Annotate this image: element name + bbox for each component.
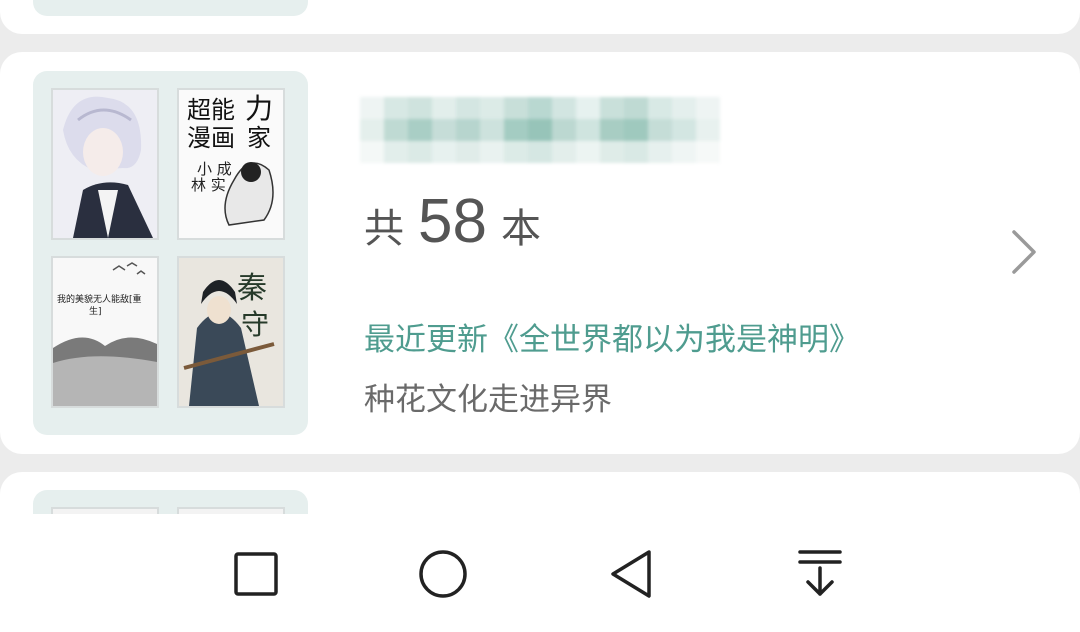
- count-suffix: 本: [500, 207, 541, 251]
- collection-title-obscured: [360, 97, 720, 163]
- book-cover: 我的美貌无人能敌[重 生]: [51, 256, 159, 408]
- svg-text:秦: 秦: [237, 271, 267, 306]
- svg-text:漫画: 漫画: [187, 124, 235, 152]
- recent-update-subtitle: 种花文化走进异界: [364, 382, 612, 418]
- count-prefix: 共: [364, 207, 404, 251]
- square-icon[interactable]: [226, 544, 286, 604]
- svg-text:超能: 超能: [187, 96, 235, 124]
- book-cover: 秦 守: [177, 256, 285, 408]
- collection-card[interactable]: 超能 力 漫画 家 小 成 林 实 我的美貌无人能敌[重 生] 秦 守 共 58…: [0, 52, 1080, 454]
- svg-text:家: 家: [247, 124, 271, 152]
- collection-card-previous[interactable]: [0, 0, 1080, 34]
- recent-update-label[interactable]: 最近更新《全世界都以为我是神明》: [364, 314, 860, 359]
- book-cover: 超能 力 漫画 家 小 成 林 实: [177, 88, 285, 240]
- count-value: 58: [418, 187, 487, 256]
- svg-text:我的美貌无人能敌[重: 我的美貌无人能敌[重: [57, 293, 142, 305]
- cover-grid: 超能 力 漫画 家 小 成 林 实 我的美貌无人能敌[重 生] 秦 守: [33, 71, 308, 435]
- chevron-right-icon[interactable]: [1008, 226, 1040, 278]
- book-count: 共 58 本: [364, 186, 541, 257]
- pull-down-icon[interactable]: [790, 544, 850, 604]
- cover-grid: [33, 0, 308, 16]
- circle-icon[interactable]: [413, 544, 473, 604]
- book-cover: [51, 88, 159, 240]
- svg-text:林 实: 林 实: [191, 176, 226, 194]
- svg-text:力: 力: [245, 92, 273, 125]
- svg-text:生]: 生]: [89, 305, 102, 317]
- system-navigation-bar: [0, 514, 1080, 632]
- triangle-back-icon[interactable]: [601, 544, 661, 604]
- svg-text:守: 守: [241, 308, 269, 341]
